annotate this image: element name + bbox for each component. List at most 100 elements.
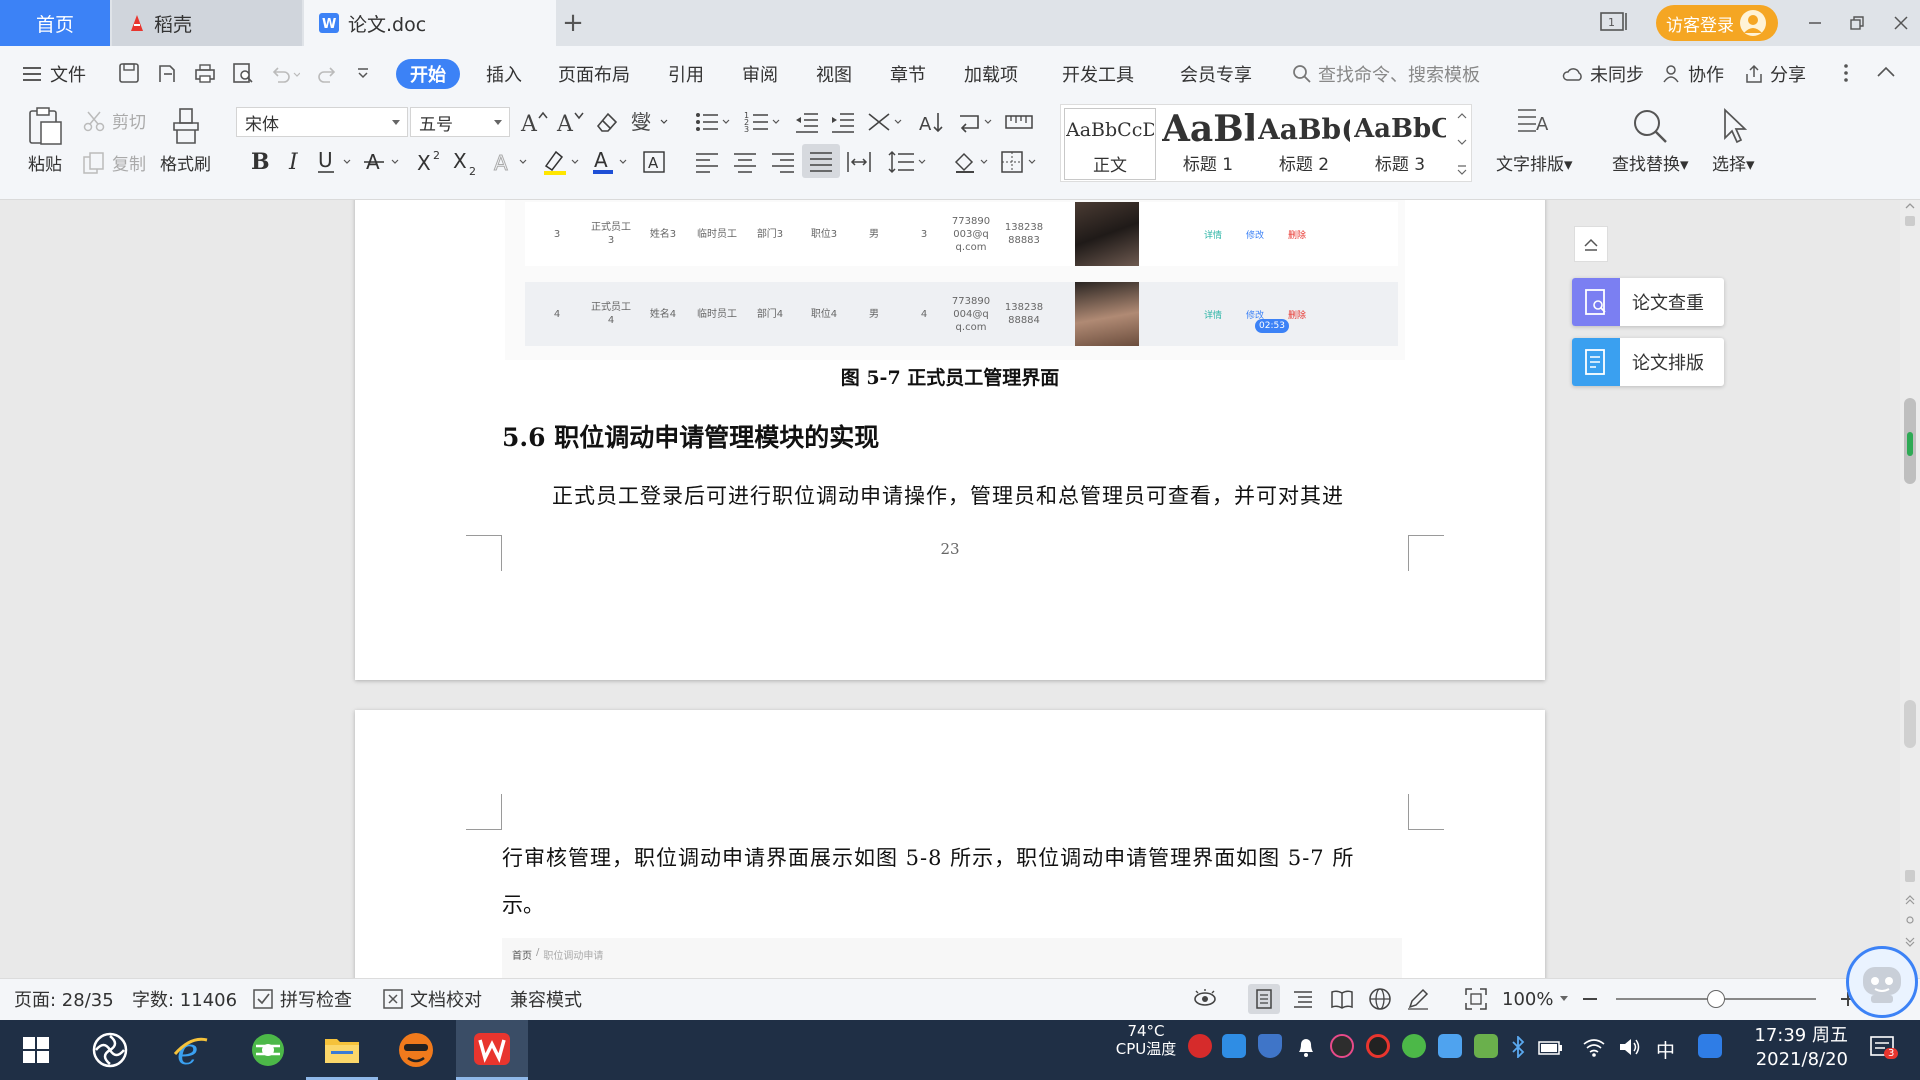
wifi-icon[interactable] [1582,1036,1606,1058]
styles-scroll-icon[interactable] [1456,110,1468,176]
outline-view-icon[interactable] [1292,978,1314,1020]
tab-document[interactable]: W 论文.doc [304,0,556,46]
start-button[interactable] [0,1020,72,1080]
bluetooth-icon[interactable] [1510,1036,1526,1058]
superscript-icon[interactable]: X2 [416,148,446,176]
quick-access-dropdown-icon[interactable] [356,66,370,80]
increase-indent-icon[interactable] [830,110,856,134]
sort-icon[interactable]: A [918,110,944,134]
paper-layout-button[interactable]: 论文排版 [1572,338,1724,386]
taskbar-app-browser[interactable] [232,1020,304,1080]
highlight-icon[interactable] [542,148,582,176]
bullet-list-icon[interactable] [694,110,734,134]
justify-button[interactable] [802,144,840,178]
panel-collapse-button[interactable] [1574,226,1608,262]
guest-login-button[interactable]: 访客登录 [1656,5,1778,41]
style-normal[interactable]: AaBbCcDd 正文 [1064,108,1156,180]
text-direction-icon[interactable] [866,110,906,134]
style-heading-1[interactable]: AaBl 标题 1 [1162,108,1254,180]
zoom-out-button[interactable] [1582,978,1598,1020]
subscript-icon[interactable]: X2 [452,148,482,176]
save-icon[interactable] [118,62,140,84]
redo-icon[interactable] [316,64,338,84]
new-tab-button[interactable]: + [558,0,588,46]
undo-icon[interactable] [270,64,300,84]
copy-button[interactable]: 复制 [82,150,146,175]
menu-view[interactable]: 视图 [816,46,852,102]
menu-references[interactable]: 引用 [668,46,704,102]
tray-app-icon[interactable] [1366,1034,1390,1058]
style-heading-2[interactable]: AaBb( 标题 2 [1258,108,1350,180]
strikethrough-icon[interactable]: A [364,148,404,176]
notification-bell-icon[interactable] [1296,1036,1316,1058]
paper-check-button[interactable]: 论文查重 [1572,278,1724,326]
text-effect-icon[interactable]: A [492,148,532,176]
menu-addins[interactable]: 加载项 [964,46,1018,102]
minimize-button[interactable] [1798,6,1832,40]
font-name-select[interactable]: 宋体 [236,107,408,137]
paste-button[interactable]: 粘贴 [20,106,70,175]
numbered-list-icon[interactable]: 123 [744,110,784,134]
menu-insert[interactable]: 插入 [486,46,522,102]
tray-app-icon[interactable] [1402,1034,1426,1058]
underline-icon[interactable]: U [316,148,356,176]
close-button[interactable] [1884,6,1918,40]
vertical-scrollbar[interactable] [1900,200,1920,978]
menu-page-layout[interactable]: 页面布局 [558,46,630,102]
char-border-icon[interactable]: A [642,148,668,176]
eye-protection-icon[interactable] [1192,978,1218,1020]
format-painter-button[interactable]: 格式刷 [160,106,211,175]
more-options-icon[interactable] [1842,62,1850,84]
italic-icon[interactable]: I [284,148,306,174]
menu-developer[interactable]: 开发工具 [1062,46,1134,102]
page-count[interactable]: 页面: 28/35 [14,978,114,1020]
reading-view-icon[interactable] [1330,978,1354,1020]
bold-icon[interactable]: B [248,148,272,174]
share-button[interactable]: 分享 [1744,46,1806,102]
font-size-select[interactable]: 五号 [410,107,510,137]
assistant-robot-button[interactable] [1846,946,1918,1018]
print-preview-icon[interactable] [232,62,254,84]
print-icon[interactable] [194,62,216,84]
zoom-slider-knob[interactable] [1707,990,1725,1008]
clock[interactable]: 17:39 周五 2021/8/20 [1738,1024,1848,1072]
taskbar-app-ie[interactable]: e [156,1020,228,1080]
input-language-indicator[interactable]: 中 [1656,1036,1675,1063]
font-color-icon[interactable]: A [592,148,632,176]
scroll-page-nav-icon[interactable] [1903,868,1917,958]
ruler-icon[interactable] [1004,110,1034,134]
sync-status[interactable]: 未同步 [1562,46,1644,102]
menu-start[interactable]: 开始 [396,59,460,89]
nvidia-icon[interactable] [1474,1034,1498,1058]
file-menu[interactable]: 文件 [22,46,86,102]
paragraph-break-icon[interactable] [956,110,996,134]
input-method-icon[interactable] [1698,1034,1722,1058]
battery-icon[interactable] [1538,1040,1564,1056]
style-heading-3[interactable]: AaBbC 标题 3 [1354,108,1446,180]
window-layout-icon[interactable]: 1 [1600,10,1630,34]
decrease-font-icon[interactable]: A [556,110,584,134]
command-search[interactable]: 查找命令、搜索模板 [1292,46,1480,102]
align-center-icon[interactable] [732,150,758,174]
taskbar-app-orange[interactable] [380,1020,452,1080]
tray-app-icon[interactable] [1188,1034,1212,1058]
increase-font-icon[interactable]: A [520,110,548,134]
cut-button[interactable]: 剪切 [82,108,146,133]
distribute-icon[interactable] [846,150,872,174]
select-button[interactable]: 选择▾ [1712,106,1755,175]
tray-app-icon[interactable] [1330,1034,1354,1058]
menu-chapter[interactable]: 章节 [890,46,926,102]
menu-member[interactable]: 会员专享 [1180,46,1252,102]
zoom-slider[interactable] [1616,990,1816,1008]
action-center-button[interactable]: 3 [1870,1036,1899,1060]
fit-page-icon[interactable] [1464,978,1488,1020]
tab-daoke[interactable]: 稻壳 [112,0,302,46]
restore-button[interactable] [1840,6,1874,40]
taskbar-app-explorer[interactable] [306,1020,378,1080]
scroll-up-icon[interactable] [1903,200,1917,228]
line-spacing-icon[interactable] [888,150,928,174]
page-view-button[interactable] [1248,984,1280,1014]
spell-check-button[interactable]: 拼写检查 [252,978,352,1020]
web-view-icon[interactable] [1368,978,1392,1020]
word-count[interactable]: 字数: 11406 [132,978,237,1020]
